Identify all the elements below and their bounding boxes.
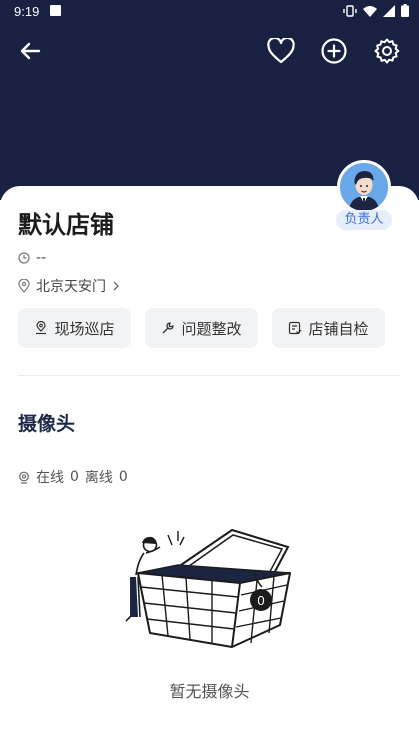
empty-state-text: 暂无摄像头	[169, 682, 250, 701]
settings-button[interactable]	[371, 35, 403, 67]
self-check-button[interactable]: 店铺自检	[272, 308, 385, 348]
status-bar: 9:19	[0, 0, 419, 24]
arrow-left-icon	[20, 42, 41, 60]
location-row[interactable]: 北京天安门	[18, 276, 120, 296]
clock-icon	[18, 252, 30, 264]
store-name: 默认店铺	[18, 211, 114, 239]
status-time: 9:19	[14, 4, 40, 19]
wrench-icon	[163, 322, 175, 334]
status-icons	[343, 4, 409, 17]
empty-badge-count: 0	[257, 593, 264, 608]
avatar	[337, 160, 391, 214]
battery-icon	[401, 4, 409, 17]
vibrate-icon	[343, 4, 357, 17]
camera-icon	[19, 471, 29, 484]
self-check-button-label: 店铺自检	[308, 319, 369, 338]
checklist-icon	[289, 321, 302, 335]
notification-icon	[50, 5, 61, 16]
offline-count: 0	[118, 469, 128, 485]
heart-icon	[267, 38, 295, 64]
action-row: 现场巡店 问题整改 店铺自检	[18, 308, 385, 348]
camera-stats: 在线 0 离线 0	[18, 467, 128, 487]
camera-section-title: 摄像头	[18, 413, 76, 435]
patrol-button-label: 现场巡店	[54, 319, 115, 338]
location-value: 北京天安门	[36, 279, 106, 295]
offline-label: 离线	[84, 470, 113, 486]
wifi-icon	[363, 5, 377, 17]
online-count: 0	[70, 469, 79, 485]
location-pin-icon	[36, 321, 47, 335]
divider	[18, 375, 400, 376]
online-label: 在线	[36, 470, 64, 486]
favorite-button[interactable]	[265, 35, 297, 67]
chevron-right-icon	[113, 281, 119, 291]
plus-circle-icon	[321, 38, 347, 64]
rectify-button-label: 问题整改	[181, 319, 242, 338]
gear-icon	[374, 38, 400, 64]
add-button[interactable]	[318, 35, 350, 67]
location-pin-icon	[18, 279, 30, 293]
person-illustration-icon	[340, 163, 388, 211]
rectify-button[interactable]: 问题整改	[145, 308, 258, 348]
signal-icon	[383, 4, 395, 17]
back-button[interactable]	[14, 35, 46, 67]
patrol-button[interactable]: 现场巡店	[18, 308, 131, 348]
manager-tag: 负责人	[336, 210, 392, 230]
hours-value: --	[36, 250, 47, 266]
manager-avatar[interactable]: 负责人	[336, 160, 392, 232]
hours-row: --	[18, 250, 46, 266]
store-card	[0, 186, 419, 744]
empty-basket-illustration: 0	[125, 528, 291, 648]
